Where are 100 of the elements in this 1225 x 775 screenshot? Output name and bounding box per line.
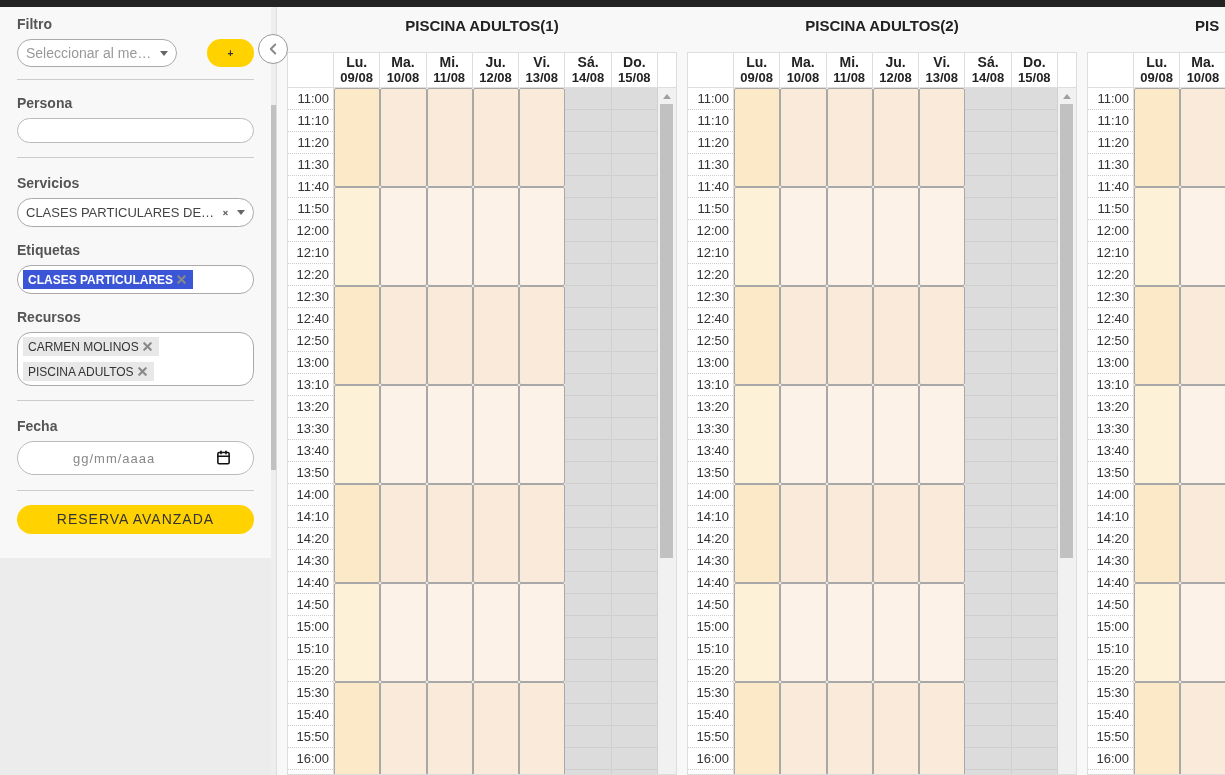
time-slot[interactable] [380, 484, 427, 583]
time-slot[interactable] [780, 682, 827, 774]
time-slot[interactable] [426, 484, 473, 583]
time-slot[interactable] [872, 682, 920, 774]
remove-icon[interactable] [175, 273, 189, 286]
scroll-up-icon[interactable] [1063, 94, 1071, 99]
time-slot[interactable] [334, 583, 381, 682]
tag-chip[interactable]: PISCINA ADULTOS [23, 362, 154, 381]
services-select[interactable]: CLASES PARTICULARES DE… [17, 198, 254, 227]
time-slot[interactable] [734, 484, 781, 583]
time-slot[interactable] [472, 88, 520, 187]
time-slot[interactable] [380, 187, 427, 286]
time-slot[interactable] [519, 88, 566, 187]
time-slot[interactable] [734, 385, 781, 484]
time-slot[interactable] [380, 385, 427, 484]
time-slot[interactable] [872, 385, 920, 484]
time-slot[interactable] [919, 583, 966, 682]
time-slot[interactable] [519, 286, 566, 385]
time-slot[interactable] [334, 385, 381, 484]
time-slot[interactable] [872, 286, 920, 385]
time-slot[interactable] [1180, 484, 1225, 583]
tags-field[interactable]: CLASES PARTICULARES [17, 265, 254, 294]
time-slot[interactable] [1134, 385, 1181, 484]
remove-icon[interactable] [140, 340, 154, 353]
time-slot[interactable] [780, 88, 827, 187]
date-input[interactable]: gg/mm/aaaa [17, 441, 254, 475]
time-slot[interactable] [826, 385, 873, 484]
time-slot[interactable] [380, 88, 427, 187]
time-slot[interactable] [426, 88, 473, 187]
time-slot[interactable] [780, 484, 827, 583]
time-slot[interactable] [426, 682, 473, 774]
time-slot[interactable] [919, 187, 966, 286]
time-slot[interactable] [919, 286, 966, 385]
time-slot[interactable] [826, 88, 873, 187]
time-slot[interactable] [1134, 88, 1181, 187]
time-slot[interactable] [472, 682, 520, 774]
time-slot[interactable] [426, 385, 473, 484]
tag-chip[interactable]: CARMEN MOLINOS [23, 337, 159, 356]
time-slot[interactable] [826, 682, 873, 774]
time-slot[interactable] [472, 484, 520, 583]
time-slot[interactable] [334, 286, 381, 385]
time-slot[interactable] [426, 286, 473, 385]
time-slot[interactable] [334, 484, 381, 583]
time-slot[interactable] [1180, 187, 1225, 286]
tag-chip[interactable]: CLASES PARTICULARES [23, 270, 194, 289]
time-slot[interactable] [519, 484, 566, 583]
time-slot[interactable] [426, 583, 473, 682]
remove-icon[interactable] [135, 365, 149, 378]
time-slot[interactable] [734, 286, 781, 385]
time-slot[interactable] [472, 583, 520, 682]
time-slot[interactable] [1134, 484, 1181, 583]
time-slot[interactable] [1180, 286, 1225, 385]
time-slot[interactable] [380, 583, 427, 682]
time-slot[interactable] [426, 187, 473, 286]
time-slot[interactable] [919, 385, 966, 484]
time-slot[interactable] [1134, 682, 1181, 774]
time-slot[interactable] [1134, 286, 1181, 385]
time-slot[interactable] [380, 682, 427, 774]
time-slot[interactable] [734, 583, 781, 682]
time-slot[interactable] [872, 484, 920, 583]
advanced-booking-button[interactable]: RESERVA AVANZADA [17, 505, 254, 534]
time-slot[interactable] [780, 385, 827, 484]
time-slot[interactable] [472, 187, 520, 286]
time-slot[interactable] [734, 88, 781, 187]
time-slot[interactable] [826, 187, 873, 286]
time-slot[interactable] [472, 385, 520, 484]
time-slot[interactable] [1180, 385, 1225, 484]
scrollbar-thumb[interactable] [1060, 104, 1074, 558]
time-slot[interactable] [872, 583, 920, 682]
time-slot[interactable] [519, 187, 566, 286]
time-slot[interactable] [780, 286, 827, 385]
time-slot[interactable] [919, 682, 966, 774]
time-slot[interactable] [519, 682, 566, 774]
time-slot[interactable] [826, 484, 873, 583]
time-slot[interactable] [734, 682, 781, 774]
time-slot[interactable] [872, 187, 920, 286]
time-slot[interactable] [734, 187, 781, 286]
time-slot[interactable] [1180, 88, 1225, 187]
time-slot[interactable] [780, 583, 827, 682]
time-slot[interactable] [1180, 583, 1225, 682]
resources-field[interactable]: CARMEN MOLINOS PISCINA ADULTOS [17, 332, 254, 386]
person-input[interactable] [17, 118, 254, 143]
time-slot[interactable] [334, 187, 381, 286]
time-slot[interactable] [334, 682, 381, 774]
time-slot[interactable] [1180, 682, 1225, 774]
time-slot[interactable] [919, 88, 966, 187]
time-slot[interactable] [519, 583, 566, 682]
calendar-icon[interactable] [216, 450, 231, 465]
time-slot[interactable] [519, 385, 566, 484]
scroll-up-icon[interactable] [663, 94, 671, 99]
scrollbar-thumb[interactable] [271, 105, 276, 470]
time-slot[interactable] [472, 286, 520, 385]
time-slot[interactable] [872, 88, 920, 187]
time-slot[interactable] [334, 88, 381, 187]
time-slot[interactable] [919, 484, 966, 583]
time-slot[interactable] [826, 286, 873, 385]
time-slot[interactable] [826, 583, 873, 682]
time-slot[interactable] [380, 286, 427, 385]
time-slot[interactable] [1134, 187, 1181, 286]
time-slot[interactable] [780, 187, 827, 286]
